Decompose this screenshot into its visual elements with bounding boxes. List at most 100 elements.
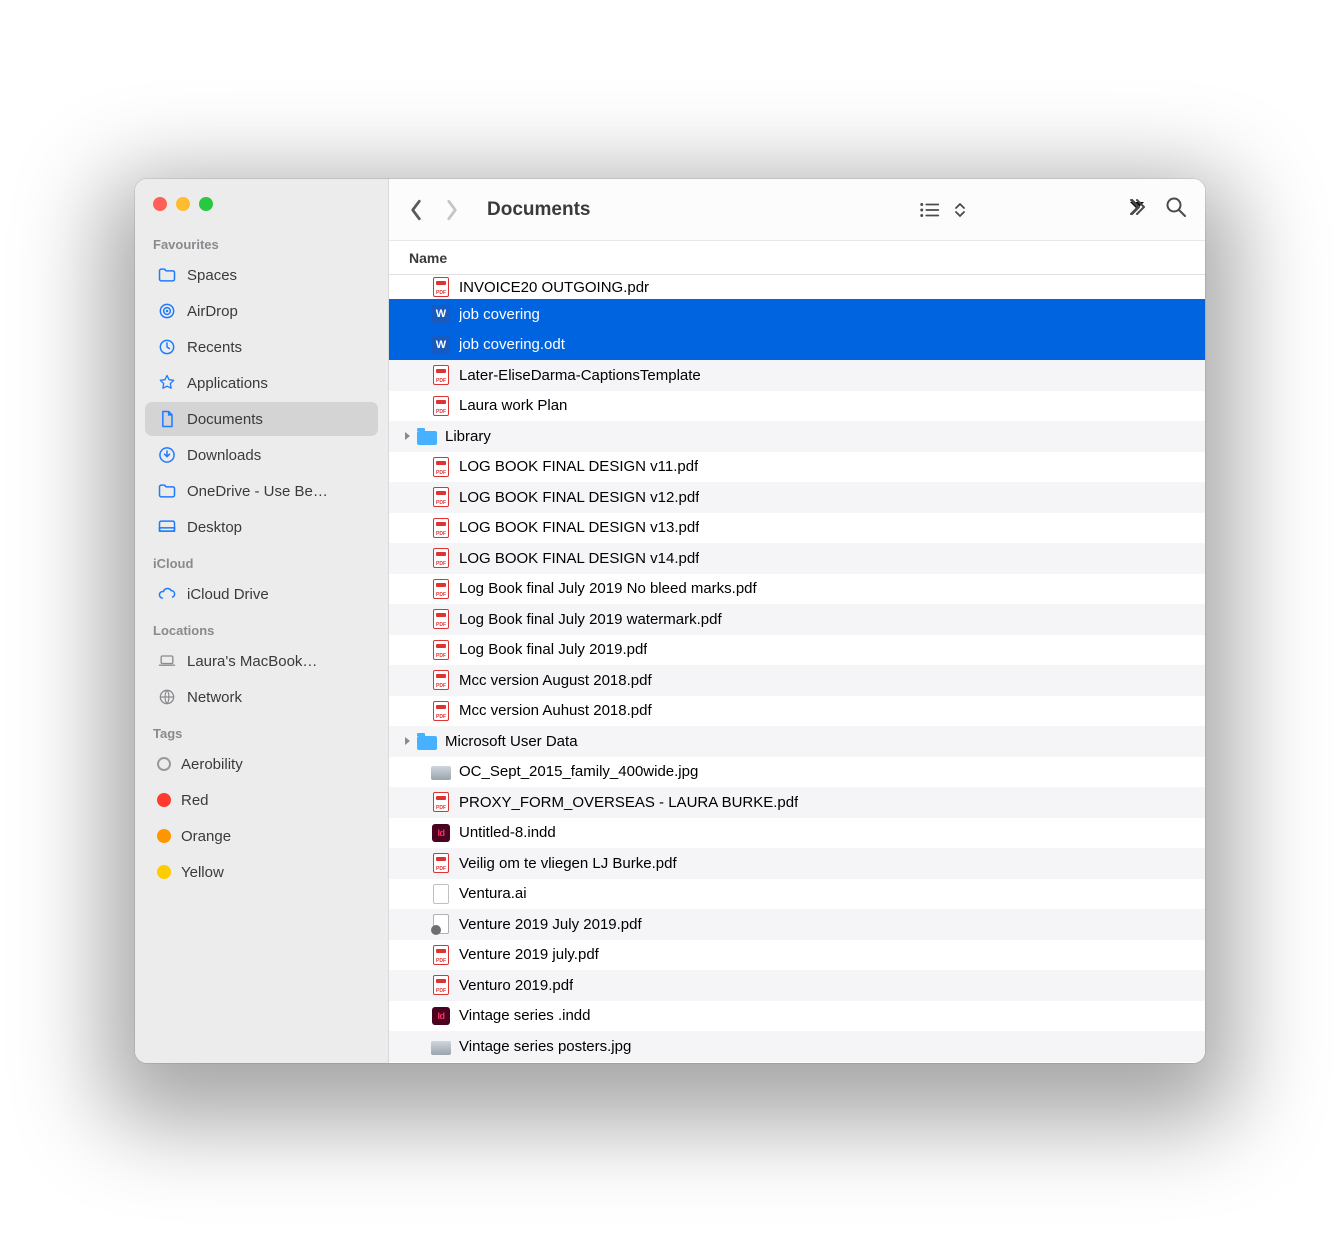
- back-button[interactable]: [407, 198, 425, 222]
- sidebar-item-favourites-5[interactable]: Downloads: [145, 438, 378, 472]
- file-row[interactable]: Vintage series .indd: [389, 1001, 1205, 1032]
- pdf-file-icon: [431, 701, 451, 721]
- file-name: Log Book final July 2019 No bleed marks.…: [459, 580, 757, 597]
- file-row[interactable]: Veilig om te vliegen LJ Burke.pdf: [389, 848, 1205, 879]
- pdf-file-icon: [431, 518, 451, 538]
- sidebar-item-label: Applications: [187, 375, 268, 392]
- file-name: Venture 2019 july.pdf: [459, 946, 599, 963]
- file-name: Ventura.ai: [459, 885, 527, 902]
- img-file-icon: [431, 1036, 451, 1056]
- sidebar-item-label: Orange: [181, 828, 231, 845]
- file-row[interactable]: Log Book final July 2019 watermark.pdf: [389, 604, 1205, 635]
- main-panel: Documents: [389, 179, 1205, 1063]
- chevron-updown-icon: [949, 201, 971, 219]
- sidebar-item-favourites-6[interactable]: OneDrive - Use Be…: [145, 474, 378, 508]
- file-row[interactable]: Later-EliseDarma-CaptionsTemplate: [389, 360, 1205, 391]
- apps-icon: [157, 373, 177, 393]
- doc-icon: [157, 409, 177, 429]
- file-row[interactable]: job covering.odt: [389, 330, 1205, 361]
- search-icon: [1165, 196, 1187, 218]
- toolbar: Documents: [389, 179, 1205, 241]
- sidebar-item-label: Spaces: [187, 267, 237, 284]
- file-row[interactable]: Mcc version Auhust 2018.pdf: [389, 696, 1205, 727]
- sidebar-section-favourites: Favourites: [135, 227, 388, 256]
- pdf-file-icon: [431, 487, 451, 507]
- file-list[interactable]: INVOICE20 OUTGOING.pdrjob coveringjob co…: [389, 275, 1205, 1063]
- sidebar-item-favourites-1[interactable]: AirDrop: [145, 294, 378, 328]
- file-name: Mcc version August 2018.pdf: [459, 672, 652, 689]
- column-header-name[interactable]: Name: [389, 241, 1205, 275]
- folder-icon: [157, 481, 177, 501]
- file-row[interactable]: LOG BOOK FINAL DESIGN v11.pdf: [389, 452, 1205, 483]
- pdf-file-icon: [431, 975, 451, 995]
- file-row[interactable]: LOG BOOK FINAL DESIGN v14.pdf: [389, 543, 1205, 574]
- sidebar-item-label: Desktop: [187, 519, 242, 536]
- file-row[interactable]: Ventura.ai: [389, 879, 1205, 910]
- tag-dot-icon: [157, 757, 171, 771]
- laptop-icon: [157, 651, 177, 671]
- sidebar-item-label: Downloads: [187, 447, 261, 464]
- file-row[interactable]: Log Book final July 2019 No bleed marks.…: [389, 574, 1205, 605]
- sidebar-item-label: iCloud Drive: [187, 586, 269, 603]
- file-row[interactable]: LOG BOOK FINAL DESIGN v13.pdf: [389, 513, 1205, 544]
- sidebar-tag-0[interactable]: Aerobility: [145, 747, 378, 781]
- pdf-file-icon: [431, 396, 451, 416]
- file-row[interactable]: Venturo 2019.pdf: [389, 970, 1205, 1001]
- sidebar-item-label: Red: [181, 792, 209, 809]
- file-row[interactable]: INVOICE20 OUTGOING.pdr: [389, 275, 1205, 299]
- sidebar-item-favourites-3[interactable]: Applications: [145, 366, 378, 400]
- cloud-icon: [157, 584, 177, 604]
- sidebar-tag-1[interactable]: Red: [145, 783, 378, 817]
- clock-icon: [157, 337, 177, 357]
- file-row[interactable]: PROXY_FORM_OVERSEAS - LAURA BURKE.pdf: [389, 787, 1205, 818]
- locked-file-icon: [431, 914, 451, 934]
- sidebar-item-locations-1[interactable]: Network: [145, 680, 378, 714]
- sidebar-item-favourites-2[interactable]: Recents: [145, 330, 378, 364]
- file-row[interactable]: job covering: [389, 299, 1205, 330]
- forward-button[interactable]: [443, 198, 461, 222]
- file-row[interactable]: Log Book final July 2019.pdf: [389, 635, 1205, 666]
- sidebar-item-label: Documents: [187, 411, 263, 428]
- pdf-file-icon: [431, 277, 451, 297]
- file-row[interactable]: Laura work Plan: [389, 391, 1205, 422]
- indd-file-icon: [431, 1006, 451, 1026]
- file-name: LOG BOOK FINAL DESIGN v13.pdf: [459, 519, 699, 536]
- list-view-icon: [919, 201, 941, 219]
- pdf-file-icon: [431, 548, 451, 568]
- sidebar-item-icloud-0[interactable]: iCloud Drive: [145, 577, 378, 611]
- airdrop-icon: [157, 301, 177, 321]
- fullscreen-button[interactable]: [199, 197, 213, 211]
- file-name: Library: [445, 428, 491, 445]
- file-row[interactable]: Untitled-8.indd: [389, 818, 1205, 849]
- img-file-icon: [431, 762, 451, 782]
- file-row[interactable]: Mcc version August 2018.pdf: [389, 665, 1205, 696]
- file-row[interactable]: Venture 2019 july.pdf: [389, 940, 1205, 971]
- file-row[interactable]: Library: [389, 421, 1205, 452]
- file-row[interactable]: OC_Sept_2015_family_400wide.jpg: [389, 757, 1205, 788]
- sidebar-item-favourites-7[interactable]: Desktop: [145, 510, 378, 544]
- sidebar-item-favourites-4[interactable]: Documents: [145, 402, 378, 436]
- sidebar-tag-3[interactable]: Yellow: [145, 855, 378, 889]
- sidebar-item-locations-0[interactable]: Laura's MacBook…: [145, 644, 378, 678]
- overflow-button[interactable]: [1125, 196, 1147, 223]
- file-name: Vintage series .indd: [459, 1007, 590, 1024]
- disclosure-triangle-icon[interactable]: [401, 735, 413, 747]
- file-name: LOG BOOK FINAL DESIGN v12.pdf: [459, 489, 699, 506]
- file-name: Mcc version Auhust 2018.pdf: [459, 702, 652, 719]
- search-button[interactable]: [1165, 196, 1187, 223]
- file-row[interactable]: Microsoft User Data: [389, 726, 1205, 757]
- file-row[interactable]: LOG BOOK FINAL DESIGN v12.pdf: [389, 482, 1205, 513]
- close-button[interactable]: [153, 197, 167, 211]
- finder-window: Favourites Spaces AirDropRecents Applicati…: [135, 179, 1205, 1063]
- view-options-button[interactable]: [919, 201, 971, 219]
- disclosure-triangle-icon[interactable]: [401, 430, 413, 442]
- file-row[interactable]: Vintage series posters.jpg: [389, 1031, 1205, 1062]
- file-name: OC_Sept_2015_family_400wide.jpg: [459, 763, 698, 780]
- sidebar-item-favourites-0[interactable]: Spaces: [145, 258, 378, 292]
- pdf-file-icon: [431, 945, 451, 965]
- file-row[interactable]: Venture 2019 July 2019.pdf: [389, 909, 1205, 940]
- sidebar-tag-2[interactable]: Orange: [145, 819, 378, 853]
- minimize-button[interactable]: [176, 197, 190, 211]
- window-controls: [135, 189, 388, 227]
- pdf-file-icon: [431, 670, 451, 690]
